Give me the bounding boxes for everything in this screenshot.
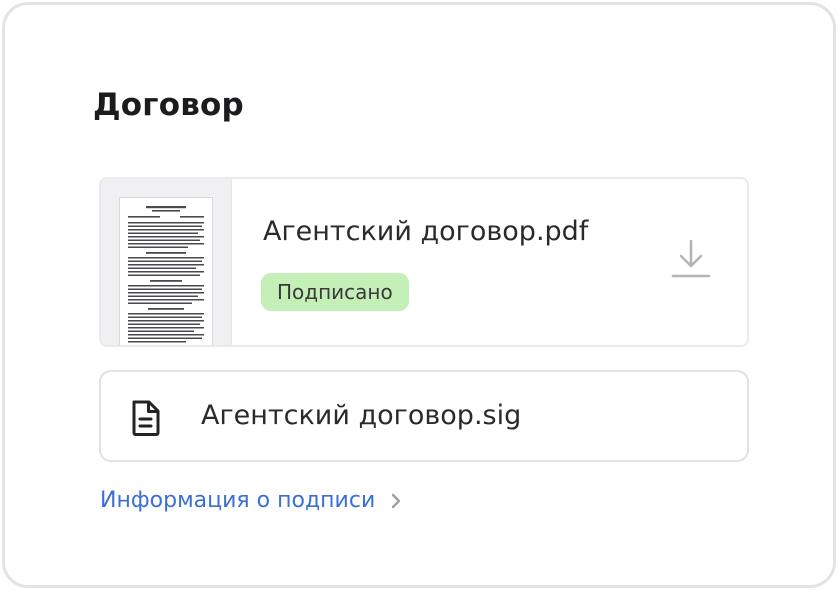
signature-file-name: Агентский договор.sig xyxy=(201,400,522,431)
document-page-preview xyxy=(119,197,213,345)
signature-file-card[interactable]: Агентский договор.sig xyxy=(99,370,749,462)
contract-card: Договор Агентский договор.pdf Подписано … xyxy=(2,2,836,588)
status-badge: Подписано xyxy=(261,273,409,311)
download-button[interactable] xyxy=(667,231,715,283)
document-preview-lines xyxy=(128,206,204,343)
pdf-file-name[interactable]: Агентский договор.pdf xyxy=(263,215,588,249)
signature-info-link-label: Информация о подписи xyxy=(100,488,376,513)
signature-info-link[interactable]: Информация о подписи xyxy=(100,485,403,517)
document-thumbnail[interactable] xyxy=(101,179,232,345)
pdf-document-card[interactable]: Агентский договор.pdf Подписано xyxy=(99,177,749,347)
section-title: Договор xyxy=(93,87,244,123)
chevron-right-icon xyxy=(392,493,401,509)
download-icon xyxy=(671,239,711,278)
file-icon xyxy=(132,400,160,436)
